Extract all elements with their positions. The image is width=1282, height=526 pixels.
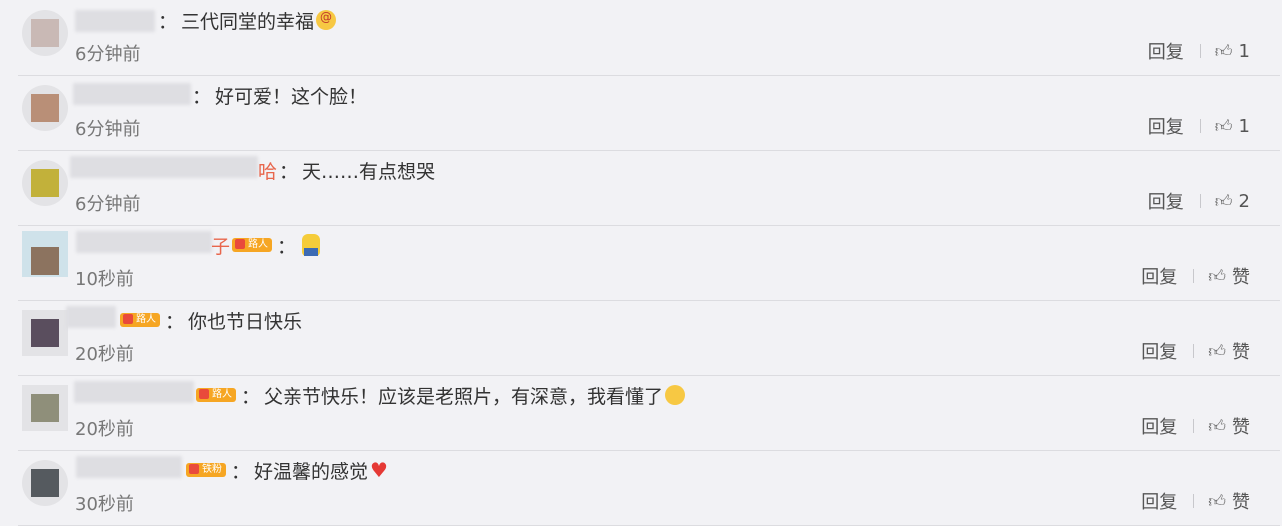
action-divider xyxy=(1193,419,1195,433)
like-label[interactable]: 赞 xyxy=(1232,338,1250,364)
comment-item: 铁粉 ： 好温馨的感觉 ♥ 30秒前 回复 👍︎ 赞 xyxy=(18,450,1280,526)
action-divider xyxy=(1193,494,1195,508)
avatar[interactable] xyxy=(22,460,68,506)
fan-badge[interactable]: 铁粉 xyxy=(186,463,226,477)
fan-badge[interactable]: 路人 xyxy=(196,388,236,402)
comment-time: 30秒前 xyxy=(75,494,134,515)
reply-button[interactable]: 回复 xyxy=(1148,38,1184,64)
action-divider xyxy=(1193,344,1195,358)
reply-button[interactable]: 回复 xyxy=(1141,263,1177,289)
like-label[interactable]: 赞 xyxy=(1232,488,1250,514)
like-count[interactable]: 1 xyxy=(1239,41,1250,62)
avatar[interactable] xyxy=(22,85,68,131)
thumbs-up-icon[interactable]: 👍︎ xyxy=(1208,491,1226,512)
like-count[interactable]: 1 xyxy=(1239,116,1250,137)
name-colon: ： xyxy=(277,235,297,258)
minion-emoji-icon xyxy=(302,234,321,256)
dizzy-emoji-icon xyxy=(316,10,337,30)
comment-text: 父亲节快乐！应该是老照片，有深意，我看懂了 xyxy=(264,385,664,408)
comment-time: 10秒前 xyxy=(75,269,134,290)
action-divider xyxy=(1199,119,1201,133)
comment-actions: 回复 👍︎ 赞 xyxy=(1141,263,1250,289)
heart-emoji-icon: ♥ xyxy=(370,458,388,482)
comment-time: 6分钟前 xyxy=(75,44,141,65)
comment-text: 好可爱！这个脸！ xyxy=(215,85,368,108)
comment-actions: 回复 👍︎ 赞 xyxy=(1141,338,1250,364)
avatar[interactable] xyxy=(22,385,68,431)
username-tail[interactable]: 子 xyxy=(211,232,230,259)
thumbs-up-icon[interactable]: 👍︎ xyxy=(1208,341,1226,362)
username-blurred[interactable] xyxy=(66,306,116,328)
like-label[interactable]: 赞 xyxy=(1232,413,1250,439)
comment-actions: 回复 👍︎ 1 xyxy=(1148,113,1250,139)
comment-text: 好温馨的感觉 xyxy=(254,460,369,483)
comment-text: 三代同堂的幸福 xyxy=(181,10,315,33)
reply-button[interactable]: 回复 xyxy=(1141,488,1177,514)
reply-button[interactable]: 回复 xyxy=(1148,113,1184,139)
avatar[interactable] xyxy=(22,310,68,356)
reply-button[interactable]: 回复 xyxy=(1141,413,1177,439)
action-divider xyxy=(1199,44,1201,58)
thumbs-up-icon[interactable]: 👍︎ xyxy=(1208,266,1226,287)
fan-badge[interactable]: 路人 xyxy=(120,313,160,327)
username-blurred[interactable] xyxy=(76,456,182,478)
name-colon: ： xyxy=(241,385,261,408)
comment-time: 20秒前 xyxy=(75,344,134,365)
name-colon: ： xyxy=(165,310,185,333)
thumbs-up-icon[interactable]: 👍︎ xyxy=(1215,191,1233,212)
action-divider xyxy=(1193,269,1195,283)
reply-button[interactable]: 回复 xyxy=(1148,188,1184,214)
username-blurred[interactable] xyxy=(70,156,258,178)
username-tail[interactable]: 哈 xyxy=(258,157,277,184)
like-count[interactable]: 2 xyxy=(1239,191,1250,212)
reply-button[interactable]: 回复 xyxy=(1141,338,1177,364)
name-colon: ： xyxy=(192,85,212,108)
avatar[interactable] xyxy=(22,160,68,206)
comment-item: ： 三代同堂的幸福 6分钟前 回复 👍︎ 1 xyxy=(18,0,1280,76)
avatar[interactable] xyxy=(22,231,68,277)
fan-badge[interactable]: 路人 xyxy=(232,238,273,252)
name-colon: ： xyxy=(231,460,251,483)
name-colon: ： xyxy=(279,160,299,183)
avatar[interactable] xyxy=(22,10,68,56)
action-divider xyxy=(1199,194,1201,208)
comment-time: 6分钟前 xyxy=(75,119,141,140)
pleading-face-emoji-icon xyxy=(665,385,686,405)
comment-actions: 回复 👍︎ 2 xyxy=(1148,188,1250,214)
username-blurred[interactable] xyxy=(73,83,191,105)
thumbs-up-icon[interactable]: 👍︎ xyxy=(1215,116,1233,137)
like-label[interactable]: 赞 xyxy=(1232,263,1250,289)
comment-item: ： 好可爱！这个脸！ 6分钟前 回复 👍︎ 1 xyxy=(18,75,1280,151)
username-blurred[interactable] xyxy=(75,10,155,32)
comment-actions: 回复 👍︎ 赞 xyxy=(1141,413,1250,439)
comment-item: 哈 ： 天……有点想哭 6分钟前 回复 👍︎ 2 xyxy=(18,150,1280,226)
username-blurred[interactable] xyxy=(74,381,194,403)
comment-item: 子 路人 ： 10秒前 回复 👍︎ 赞 xyxy=(18,225,1280,301)
comment-time: 6分钟前 xyxy=(75,194,141,215)
comment-text: 你也节日快乐 xyxy=(188,310,303,333)
username-blurred[interactable] xyxy=(76,231,212,253)
thumbs-up-icon[interactable]: 👍︎ xyxy=(1208,416,1226,437)
thumbs-up-icon[interactable]: 👍︎ xyxy=(1215,41,1233,62)
comment-item: 路人 ： 你也节日快乐 20秒前 回复 👍︎ 赞 xyxy=(18,300,1280,376)
comment-actions: 回复 👍︎ 赞 xyxy=(1141,488,1250,514)
comment-time: 20秒前 xyxy=(75,419,134,440)
comment-item: 路人 ： 父亲节快乐！应该是老照片，有深意，我看懂了 20秒前 回复 👍︎ 赞 xyxy=(18,375,1280,451)
comment-text: 天……有点想哭 xyxy=(302,160,436,183)
comment-actions: 回复 👍︎ 1 xyxy=(1148,38,1250,64)
name-colon: ： xyxy=(158,10,178,33)
